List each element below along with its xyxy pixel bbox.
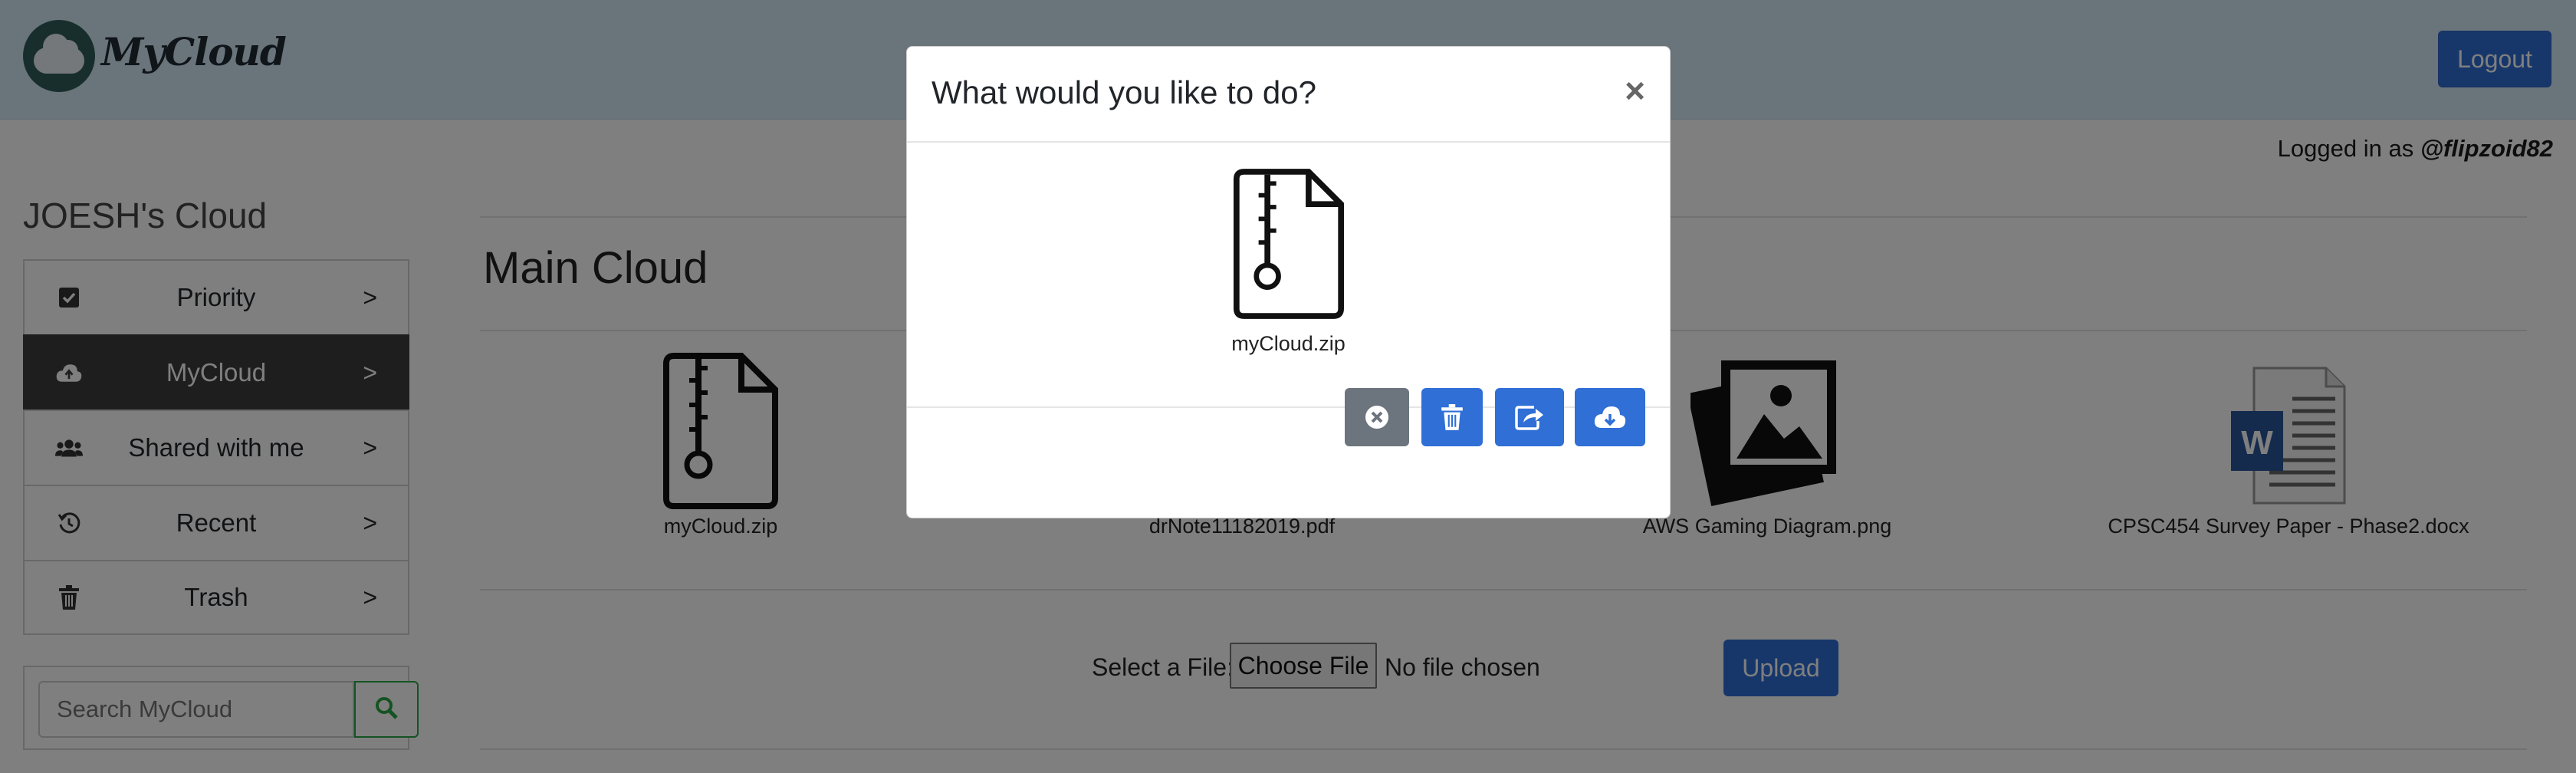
cloud-download-icon: [1594, 406, 1626, 428]
close-icon[interactable]: ×: [1625, 70, 1645, 111]
modal-file-name: myCloud.zip: [1231, 332, 1346, 355]
cancel-button[interactable]: [1345, 388, 1409, 446]
zip-file-icon: [1233, 169, 1344, 319]
modal-file-preview: myCloud.zip: [907, 166, 1670, 356]
action-modal: What would you like to do? × myCloud.zip: [906, 46, 1671, 518]
modal-header: What would you like to do? ×: [907, 47, 1670, 143]
share-button[interactable]: [1495, 388, 1564, 446]
delete-button[interactable]: [1421, 388, 1483, 446]
download-button[interactable]: [1575, 388, 1645, 446]
share-icon: [1515, 406, 1543, 430]
close-circle-icon: [1365, 406, 1388, 429]
modal-title: What would you like to do?: [932, 74, 1316, 110]
modal-body: myCloud.zip: [907, 143, 1670, 408]
trash-icon: [1441, 404, 1463, 430]
